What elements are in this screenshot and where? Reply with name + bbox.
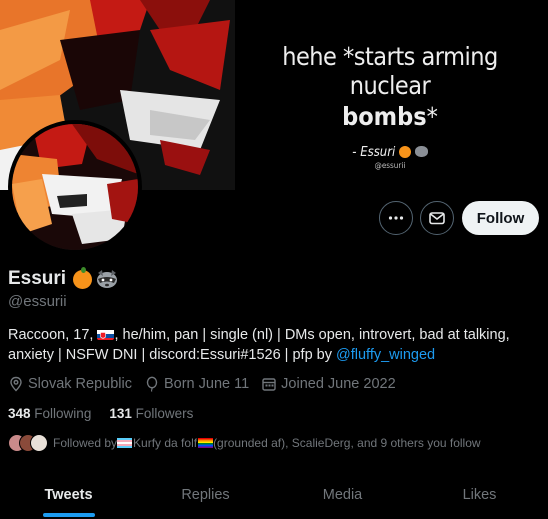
tab-label: Media (322, 486, 363, 503)
quote-line-2: bombs* (250, 102, 530, 131)
bio-text-1: Raccoon, 17, (8, 327, 98, 343)
follower-avatars (8, 434, 53, 452)
calendar-icon (262, 378, 276, 391)
message-button[interactable] (420, 201, 454, 235)
profile-bio: Raccoon, 17, , he/him, pan | single (nl)… (8, 325, 543, 365)
slovakia-flag-icon (97, 328, 115, 340)
location-item: Slovak Republic (8, 376, 132, 392)
tab-label: Tweets (44, 486, 93, 503)
orange-emoji-icon (398, 146, 411, 158)
followed-by-prefix: Followed by (53, 436, 118, 450)
profile-name-row: Essuri (8, 266, 119, 290)
location-pin-icon (10, 376, 22, 392)
followed-by-row[interactable]: Followed by Kurfy da folf (grounded af),… (8, 434, 481, 452)
followed-by-rest: (grounded af), ScalieDerg, and 9 others … (213, 436, 481, 450)
balloon-icon (146, 376, 158, 392)
birthday-text: Born June 11 (163, 376, 250, 392)
followed-by-name: Kurfy da folf (133, 436, 198, 450)
profile-avatar[interactable] (8, 120, 142, 254)
tab-tweets[interactable]: Tweets (0, 470, 137, 519)
follow-button[interactable]: Follow (462, 201, 539, 235)
trans-flag-icon (117, 438, 133, 448)
quote-line-1: hehe *starts arming nuclear (282, 42, 498, 100)
orange-emoji-icon (73, 266, 93, 289)
location-text: Slovak Republic (28, 376, 132, 392)
followers-label: Followers (135, 406, 194, 421)
display-name: Essuri (8, 268, 67, 289)
banner-quote: hehe *starts arming nuclear bombs* - Ess… (250, 42, 530, 170)
tab-replies[interactable]: Replies (137, 470, 274, 519)
followers-count: 131 (109, 406, 132, 421)
following-count: 348 (8, 406, 31, 421)
quote-bold-word: bombs (342, 102, 427, 131)
following-link[interactable]: 348 Following (8, 406, 91, 421)
joined-item: Joined June 2022 (261, 376, 396, 392)
avatar (30, 434, 48, 452)
following-label: Following (34, 406, 92, 421)
quote-line-2-rest: * (426, 102, 438, 131)
more-options-button[interactable] (379, 201, 413, 235)
follow-counts: 348 Following 131 Followers (8, 406, 193, 421)
active-tab-indicator (42, 513, 95, 517)
profile-handle: @essurii (8, 293, 67, 310)
profile-tabs: Tweets Replies Media Likes (0, 470, 548, 519)
quote-attribution: - Essuri (250, 145, 530, 160)
raccoon-emoji-icon (97, 270, 118, 288)
quote-attribution-text: - Essuri (352, 145, 396, 160)
joined-text: Joined June 2022 (281, 376, 396, 392)
envelope-icon (429, 212, 445, 225)
tab-label: Likes (462, 486, 497, 503)
birthday-item: Born June 11 (144, 376, 249, 392)
tab-likes[interactable]: Likes (411, 470, 548, 519)
tab-label: Replies (181, 486, 230, 503)
raccoon-emoji-icon (414, 146, 428, 157)
more-dots-icon (388, 216, 404, 220)
quote-attribution-handle: @essurii (374, 161, 406, 170)
profile-meta: Slovak Republic Born June 11 Joined June… (8, 376, 396, 392)
followers-link[interactable]: 131 Followers (109, 406, 193, 421)
bio-mention-link[interactable]: @fluffy_winged (336, 347, 435, 363)
tab-media[interactable]: Media (274, 470, 411, 519)
rainbow-flag-icon (198, 438, 214, 448)
